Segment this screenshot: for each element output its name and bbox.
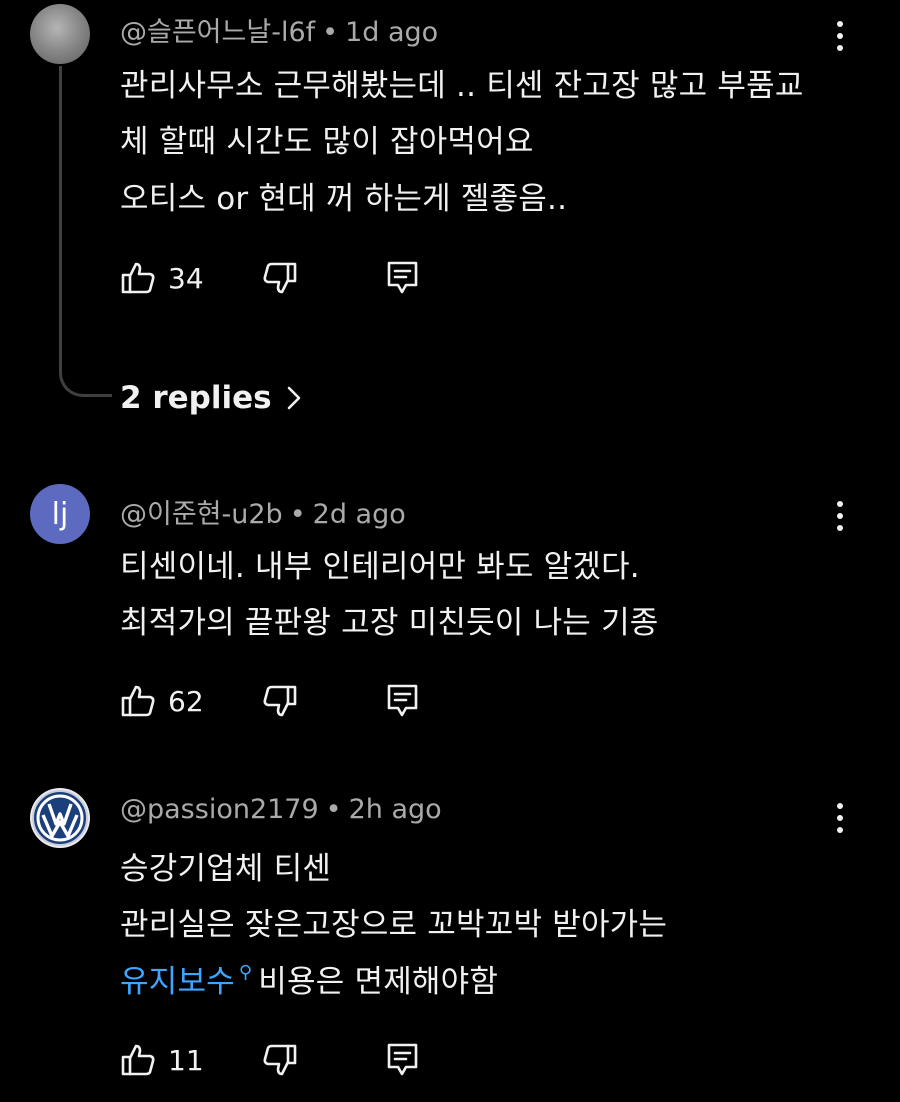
comment-2: lj @이준현-u2b • 2d ago 티센이네. 내부 인테리어만 봐도 알겠다… [0, 484, 900, 744]
comment-meta: @슬픈어느날-l6f • 1d ago [120, 10, 438, 49]
author-name[interactable]: @슬픈어느날-l6f [120, 17, 315, 48]
avatar[interactable] [30, 788, 90, 848]
comment-meta: @passion2179 • 2h ago [120, 794, 442, 825]
reply-button[interactable] [386, 258, 420, 298]
more-options-button[interactable] [826, 798, 854, 838]
reply-button[interactable] [386, 681, 420, 721]
comment-1: @슬픈어느날-l6f • 1d ago 관리사무소 근무해봤는데 .. 티센 잔고장… [0, 0, 900, 440]
thumbs-up-icon [121, 685, 155, 717]
more-vert-icon [837, 501, 843, 507]
comment-actions: 62 [120, 681, 440, 721]
like-count: 62 [168, 684, 204, 718]
comment-actions: 11 [120, 1040, 440, 1080]
comment-3: @passion2179 • 2h ago 승강기업체 티센 관리실은 잦은고장으로… [0, 786, 900, 1102]
comment-text-line: 체 할때 시간도 많이 잡아먹어요 [120, 124, 534, 160]
like-count: 11 [168, 1043, 204, 1077]
chevron-right-icon [287, 386, 300, 410]
comment-meta: @이준현-u2b • 2d ago [120, 492, 406, 531]
reply-comment-icon [387, 684, 418, 717]
avatar[interactable] [30, 4, 90, 64]
thumbs-up-icon [121, 1044, 155, 1076]
author-name[interactable]: @passion2179 [120, 794, 319, 825]
like-button[interactable]: 11 [120, 1040, 204, 1080]
reply-comment-icon [387, 1043, 418, 1076]
thumbs-up-icon [121, 262, 155, 294]
like-count: 34 [168, 261, 204, 295]
thumbs-down-icon [263, 262, 297, 294]
more-vert-icon [837, 21, 843, 27]
dislike-button[interactable] [262, 681, 298, 721]
view-replies-button[interactable]: 2 replies [120, 376, 302, 420]
thread-line [59, 66, 112, 397]
thumbs-down-icon [263, 1044, 297, 1076]
comment-text-line: 티센이네. 내부 인테리어만 봐도 알겠다. [120, 549, 640, 585]
comment-text-line: 관리사무소 근무해봤는데 .. 티센 잔고장 많고 부품교 [120, 68, 804, 104]
dislike-button[interactable] [262, 1040, 298, 1080]
more-vert-icon [837, 803, 843, 809]
more-options-button[interactable] [826, 496, 854, 536]
reply-comment-icon [387, 261, 418, 294]
comment-text-line: 승강기업체 티센 [120, 851, 332, 887]
timestamp: 1d ago [345, 17, 439, 48]
search-link[interactable]: 유지보수 [120, 964, 235, 1000]
thumbs-down-icon [263, 685, 297, 717]
comment-text-line: 관리실은 잦은고장으로 꼬박꼬박 받아가는 [120, 907, 668, 943]
separator-dot: • [289, 499, 306, 530]
separator-dot: • [322, 17, 339, 48]
comment-text-line: 유지보수 ⚲ 비용은 면제해야함 [120, 956, 498, 1001]
like-button[interactable]: 34 [120, 258, 204, 298]
author-name[interactable]: @이준현-u2b [120, 499, 283, 530]
reply-button[interactable] [386, 1040, 420, 1080]
comment-text-line: 최적가의 끝판왕 고장 미친듯이 나는 기종 [120, 605, 659, 641]
like-button[interactable]: 62 [120, 681, 204, 721]
search-icon[interactable]: ⚲ [239, 962, 252, 983]
avatar[interactable]: lj [30, 484, 90, 544]
comment-actions: 34 [120, 258, 440, 298]
avatar-initials: lj [51, 496, 69, 532]
vw-logo-icon [32, 790, 88, 846]
separator-dot: • [325, 794, 342, 825]
timestamp: 2d ago [312, 499, 406, 530]
comment-text-line: 오티스 or 현대 꺼 하는게 젤좋음.. [120, 181, 568, 217]
timestamp: 2h ago [348, 794, 442, 825]
more-options-button[interactable] [826, 16, 854, 56]
comment-text-rest: 비용은 면제해야함 [258, 964, 499, 1000]
dislike-button[interactable] [262, 258, 298, 298]
replies-label: 2 replies [120, 380, 272, 416]
